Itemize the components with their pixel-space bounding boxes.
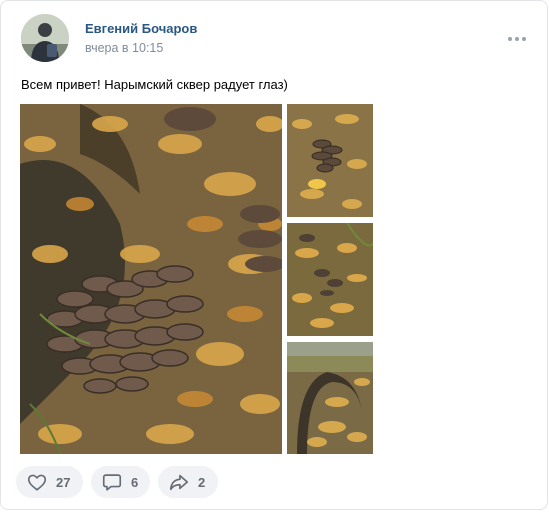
comment-icon [101,471,123,493]
like-button[interactable]: 27 [16,466,83,498]
post-photo-3[interactable] [287,223,373,336]
post-photo-main[interactable] [20,104,282,454]
post-text: Всем привет! Нарымский сквер радует глаз… [21,77,288,92]
comment-count: 6 [131,474,139,490]
like-count: 27 [56,474,71,490]
comment-button[interactable]: 6 [91,466,150,498]
post-photo-4[interactable] [287,342,373,454]
heart-icon [26,471,48,493]
share-arrow-icon [168,471,190,493]
author-name[interactable]: Евгений Бочаров [85,21,197,36]
share-button[interactable]: 2 [158,466,218,498]
post-card: Евгений Бочаров вчера в 10:15 Всем приве… [0,0,548,510]
post-time[interactable]: вчера в 10:15 [85,41,163,55]
author-avatar[interactable] [21,14,69,62]
share-count: 2 [198,474,206,490]
post-photo-2[interactable] [287,104,373,217]
more-dots-icon[interactable] [505,29,529,49]
